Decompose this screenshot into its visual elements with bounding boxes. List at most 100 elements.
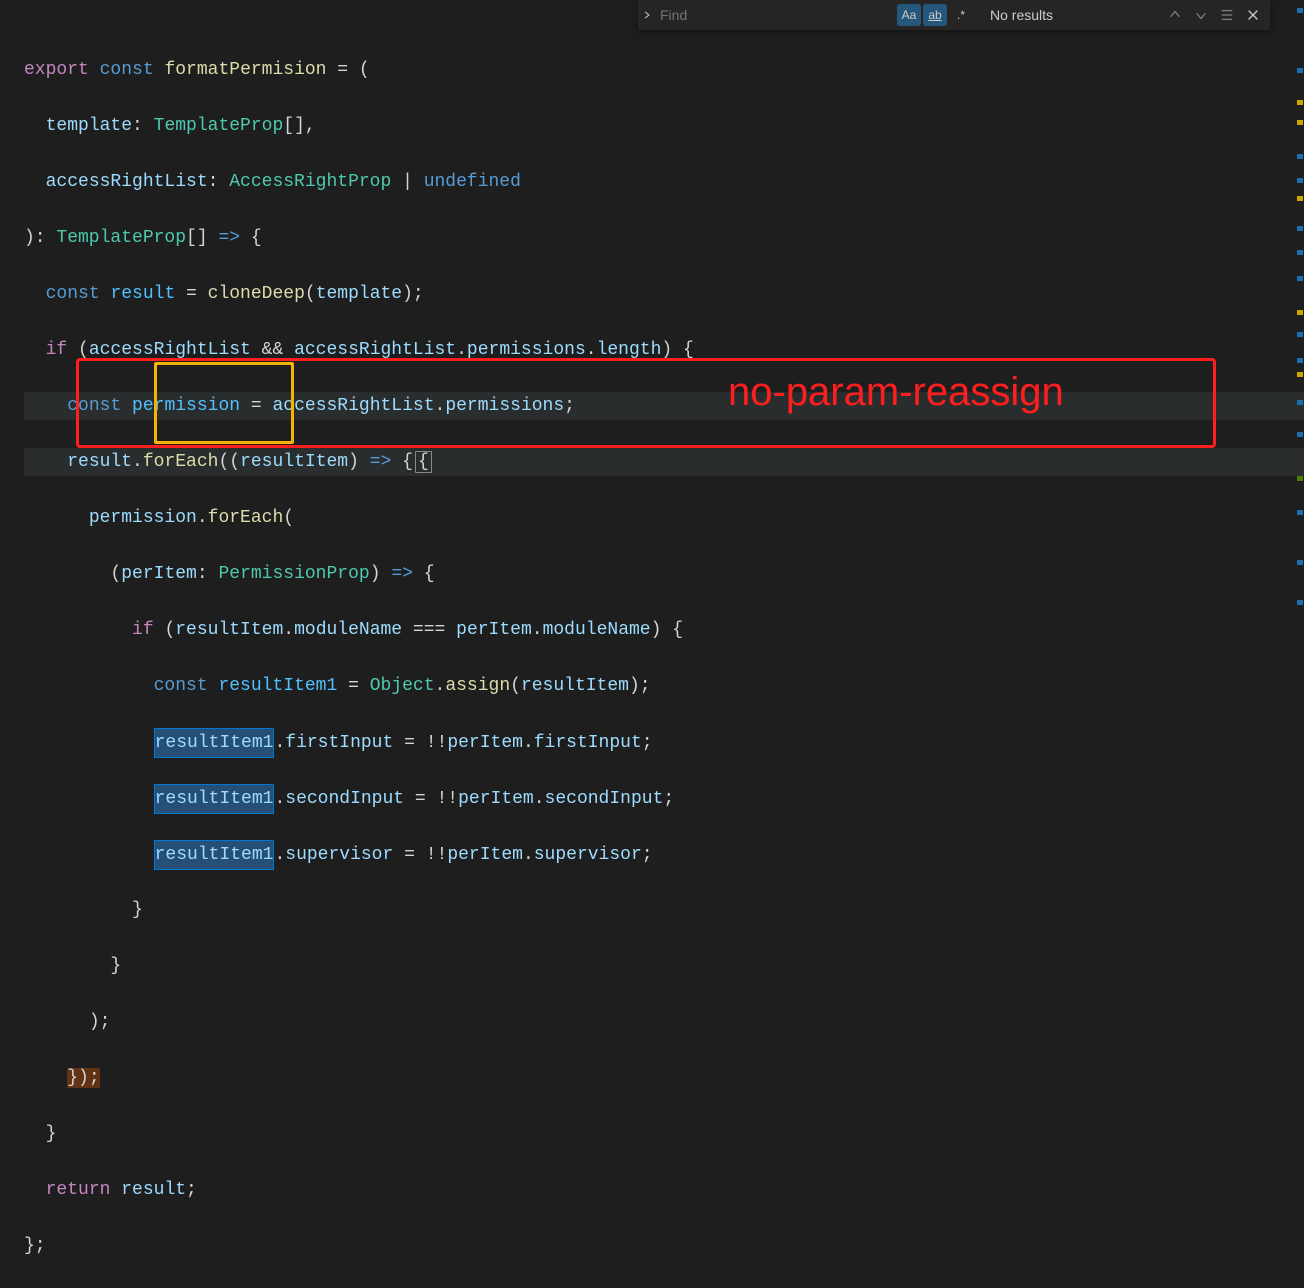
token: export xyxy=(24,60,89,80)
token: length xyxy=(597,340,662,360)
regex-toggle[interactable]: .* xyxy=(949,4,973,26)
token: ( xyxy=(510,676,521,696)
find-in-selection-button[interactable] xyxy=(1214,2,1240,28)
token: result xyxy=(67,452,132,472)
token: } xyxy=(110,956,121,976)
token: }); xyxy=(67,1068,99,1088)
token: = xyxy=(337,676,369,696)
token: ( xyxy=(283,508,294,528)
token: . xyxy=(274,789,285,809)
find-next-button[interactable] xyxy=(1188,2,1214,28)
token: . xyxy=(532,620,543,640)
token: moduleName xyxy=(294,620,402,640)
token: . xyxy=(456,340,467,360)
token: = xyxy=(240,396,272,416)
token: resultItem1 xyxy=(155,733,274,753)
token: . xyxy=(435,676,446,696)
token: : xyxy=(197,564,219,584)
token: template xyxy=(316,284,402,304)
find-toggles: Aa ab .* xyxy=(896,4,974,26)
token: . xyxy=(435,396,446,416)
token: result xyxy=(121,1180,186,1200)
token: assign xyxy=(445,676,510,696)
token: ) { xyxy=(661,340,693,360)
token: if xyxy=(132,620,154,640)
token: ( xyxy=(110,564,121,584)
token: . xyxy=(132,452,143,472)
token: resultItem1 xyxy=(155,789,274,809)
token: = !! xyxy=(393,845,447,865)
find-prev-button[interactable] xyxy=(1162,2,1188,28)
token: const xyxy=(46,284,100,304)
find-close-button[interactable] xyxy=(1240,2,1266,28)
token: supervisor xyxy=(285,845,393,865)
token: const xyxy=(67,396,121,416)
token: ) xyxy=(348,452,370,472)
match-case-toggle[interactable]: Aa xyxy=(897,4,921,26)
token: ; xyxy=(642,845,653,865)
token: ( xyxy=(67,340,89,360)
find-expand-toggle[interactable] xyxy=(638,0,656,30)
token: undefined xyxy=(424,172,521,192)
token: [] xyxy=(186,228,218,248)
token: . xyxy=(534,789,545,809)
code-editor[interactable]: export const formatPermision = ( templat… xyxy=(0,0,1304,648)
token: firstInput xyxy=(285,733,393,753)
token: resultItem xyxy=(240,452,348,472)
token: secondInput xyxy=(285,789,404,809)
token: { xyxy=(413,564,435,584)
token: resultItem1 xyxy=(218,676,337,696)
token: const xyxy=(100,60,154,80)
token: permission xyxy=(89,508,197,528)
token: cloneDeep xyxy=(208,284,305,304)
token: permissions xyxy=(445,396,564,416)
token: accessRightList xyxy=(89,340,251,360)
token: perItem xyxy=(456,620,532,640)
find-nav xyxy=(1162,2,1270,28)
token: => xyxy=(370,452,392,472)
token: = !! xyxy=(393,733,447,753)
token: : xyxy=(208,172,230,192)
token: = xyxy=(175,284,207,304)
token: : xyxy=(132,116,154,136)
token: . xyxy=(274,733,285,753)
token: Object xyxy=(370,676,435,696)
overview-ruler[interactable] xyxy=(1294,0,1304,648)
token: moduleName xyxy=(543,620,651,640)
token: } xyxy=(46,1124,57,1144)
token: perItem xyxy=(458,789,534,809)
token: ( xyxy=(154,620,176,640)
token: ); xyxy=(629,676,651,696)
token: ) xyxy=(370,564,392,584)
token: ); xyxy=(402,284,424,304)
token: firstInput xyxy=(534,733,642,753)
token: accessRightList xyxy=(46,172,208,192)
token: return xyxy=(46,1180,111,1200)
token: const xyxy=(154,676,208,696)
token: => xyxy=(391,564,413,584)
token: [], xyxy=(283,116,315,136)
token: AccessRightProp xyxy=(229,172,391,192)
token: (( xyxy=(218,452,240,472)
token: permissions xyxy=(467,340,586,360)
find-widget: Aa ab .* No results xyxy=(638,0,1270,30)
token: resultItem1 xyxy=(155,845,274,865)
token: PermissionProp xyxy=(218,564,369,584)
whole-word-toggle[interactable]: ab xyxy=(923,4,947,26)
token: . xyxy=(197,508,208,528)
token: && xyxy=(251,340,294,360)
token: result xyxy=(110,284,175,304)
token: { xyxy=(240,228,262,248)
token: perItem xyxy=(447,733,523,753)
token: }; xyxy=(24,1236,46,1256)
token: ) { xyxy=(651,620,683,640)
token: permission xyxy=(132,396,240,416)
find-results-label: No results xyxy=(990,1,1053,29)
token: supervisor xyxy=(534,845,642,865)
token: perItem xyxy=(447,845,523,865)
token: accessRightList xyxy=(294,340,456,360)
token: resultItem xyxy=(521,676,629,696)
find-input[interactable] xyxy=(656,0,896,30)
token: secondInput xyxy=(545,789,664,809)
token: ; xyxy=(564,396,575,416)
